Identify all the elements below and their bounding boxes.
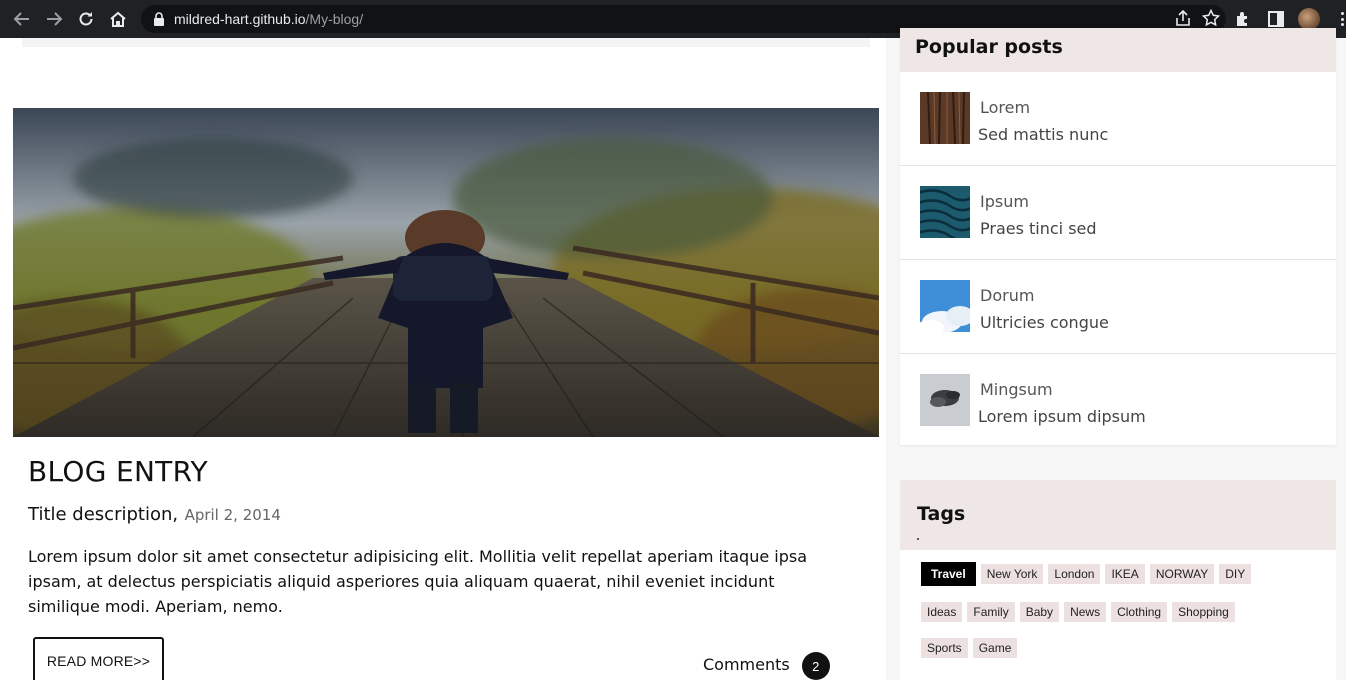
post-date: April 2, 2014: [184, 506, 281, 524]
popular-posts-title: Popular posts: [915, 36, 1063, 58]
profile-avatar[interactable]: [1298, 8, 1320, 30]
popular-post-item[interactable]: Mingsum Lorem ipsum dipsum: [900, 354, 1336, 448]
lock-icon: [154, 12, 164, 26]
post-hero-image: [13, 108, 879, 437]
reload-icon: [79, 12, 93, 26]
tag-sports[interactable]: Sports: [921, 638, 968, 658]
tag-travel[interactable]: Travel: [921, 562, 976, 586]
read-more-button[interactable]: READ MORE>>: [33, 637, 164, 680]
share-icon[interactable]: [1174, 9, 1192, 27]
post-excerpt: Lorem ipsum dolor sit amet consectetur a…: [28, 547, 808, 616]
tags-panel: Tags Travel New York London IKEA NORWAY …: [900, 480, 1336, 680]
tag-row-2: Ideas Family Baby News Clothing Shopping: [921, 602, 1235, 622]
tag-new-york[interactable]: New York: [980, 564, 1044, 584]
grey-cloud-thumbnail: [920, 374, 970, 426]
wood-texture-thumbnail: [920, 92, 970, 144]
tag-row-1: Travel New York London IKEA NORWAY DIY: [921, 562, 1252, 586]
url-path: /My-blog/: [305, 11, 364, 27]
side-panel-icon[interactable]: [1267, 10, 1285, 28]
tag-shopping[interactable]: Shopping: [1172, 602, 1235, 622]
popular-post-item[interactable]: Lorem Sed mattis nunc: [900, 72, 1336, 166]
tag-ikea[interactable]: IKEA: [1105, 564, 1145, 584]
popular-post-title: Ipsum: [980, 192, 1029, 211]
popular-posts-header: Popular posts: [900, 28, 1336, 72]
tag-baby[interactable]: Baby: [1019, 602, 1060, 622]
back-button[interactable]: [6, 0, 38, 38]
post-meta: Title description, April 2, 2014: [28, 504, 281, 525]
url-text: mildred-hart.github.io/My-blog/: [174, 11, 363, 27]
popular-post-subtitle: Lorem ipsum dipsum: [978, 407, 1146, 426]
blue-waves-thumbnail: [920, 186, 970, 238]
post-description: Title description,: [28, 504, 179, 525]
tag-diy[interactable]: DIY: [1219, 564, 1252, 584]
sidebar: Popular posts Lorem Sed mattis nunc Ipsu…: [886, 28, 1346, 680]
home-button[interactable]: [102, 0, 134, 38]
popular-post-title: Dorum: [980, 286, 1035, 305]
tag-row-3: Sports Game: [921, 638, 1018, 658]
popular-post-title: Lorem: [980, 98, 1031, 117]
popular-post-subtitle: Sed mattis nunc: [978, 125, 1109, 144]
popular-post-subtitle: Praes tinci sed: [980, 219, 1097, 238]
tag-game[interactable]: Game: [972, 638, 1018, 658]
tags-title: Tags: [917, 503, 966, 525]
arrow-right-icon: [47, 12, 63, 26]
tag-news[interactable]: News: [1064, 602, 1107, 622]
comments-link[interactable]: Comments 2: [703, 648, 830, 680]
popular-post-title: Mingsum: [980, 380, 1053, 399]
extensions-puzzle-icon[interactable]: [1234, 10, 1252, 28]
post-title: BLOG ENTRY: [28, 455, 208, 488]
header-dot: [917, 538, 919, 540]
popular-post-subtitle: Ultricies congue: [980, 313, 1109, 332]
browser-menu-icon[interactable]: [1341, 12, 1345, 26]
tag-london[interactable]: London: [1048, 564, 1101, 584]
popular-post-item[interactable]: Dorum Ultricies congue: [900, 260, 1336, 354]
tag-ideas[interactable]: Ideas: [921, 602, 963, 622]
reload-button[interactable]: [70, 0, 102, 38]
forward-button[interactable]: [38, 0, 70, 38]
sky-clouds-thumbnail: [920, 280, 970, 332]
popular-post-item[interactable]: Ipsum Praes tinci sed: [900, 166, 1336, 260]
popular-posts-panel: Popular posts Lorem Sed mattis nunc Ipsu…: [900, 28, 1336, 445]
page: BLOG ENTRY Title description, April 2, 2…: [0, 28, 1346, 680]
tag-norway[interactable]: NORWAY: [1149, 564, 1215, 584]
tag-family[interactable]: Family: [967, 602, 1015, 622]
home-icon: [110, 11, 126, 27]
tag-clothing[interactable]: Clothing: [1111, 602, 1168, 622]
arrow-left-icon: [13, 12, 29, 26]
url-host: mildred-hart.github.io: [174, 11, 306, 27]
blog-post-card: BLOG ENTRY Title description, April 2, 2…: [13, 108, 879, 680]
bookmark-star-icon[interactable]: [1202, 9, 1220, 27]
comments-label: Comments: [703, 654, 790, 674]
tags-header: Tags: [900, 480, 1336, 550]
previous-card-edge: [22, 38, 870, 47]
comments-count-badge: 2: [801, 652, 830, 680]
